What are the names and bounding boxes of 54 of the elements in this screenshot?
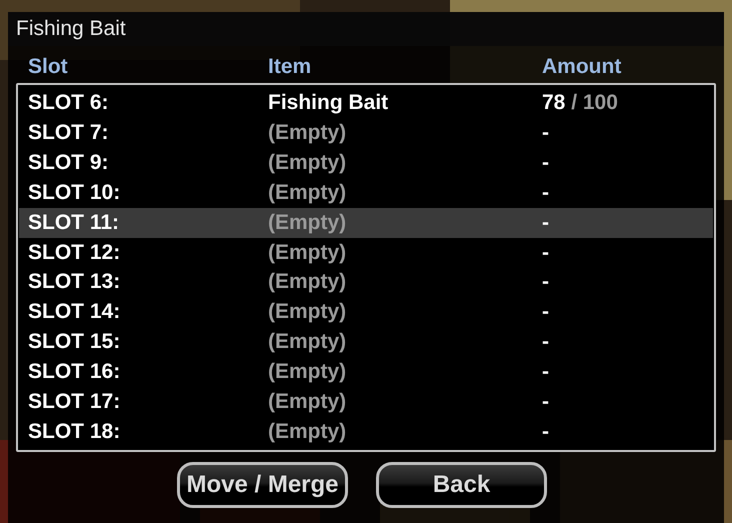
slot-label: SLOT 13: (28, 270, 122, 294)
slot-label: SLOT 14: (28, 300, 122, 324)
list-row[interactable]: SLOT 12: (Empty) - (19, 238, 713, 268)
slot-label: SLOT 6: (28, 90, 110, 115)
amount-text: - (542, 270, 550, 294)
list-row[interactable]: SLOT 6: Fishing Bait 78 / 100 (19, 88, 713, 118)
slot-label: SLOT 18: (28, 420, 122, 444)
column-header: Amount (542, 54, 622, 78)
amount-text: - (542, 210, 550, 235)
list-row[interactable]: SLOT 18: (Empty) - (19, 417, 713, 448)
list-row[interactable]: SLOT 16: (Empty) - (19, 357, 713, 388)
slot-label: SLOT 12: (28, 240, 122, 265)
item-name: (Empty) (268, 300, 348, 324)
amount-text: - (542, 240, 550, 265)
list-row[interactable]: SLOT 14: (Empty) - (19, 297, 713, 328)
item-name: (Empty) (268, 360, 348, 384)
item-name: (Empty) (268, 180, 348, 205)
amount-text: 78 / 100 (542, 90, 619, 115)
item-name: (Empty) (268, 120, 348, 145)
column-header: Slot (28, 54, 69, 78)
dialog-button[interactable]: Back (376, 462, 547, 508)
slot-label: SLOT 15: (28, 330, 122, 354)
list-row[interactable]: SLOT 17: (Empty) - (19, 387, 713, 418)
item-name: (Empty) (268, 210, 348, 235)
item-name: Fishing Bait (268, 90, 390, 115)
slot-label: SLOT 11: (28, 210, 120, 235)
item-name: (Empty) (268, 420, 348, 444)
item-name: (Empty) (268, 270, 348, 294)
item-name: (Empty) (268, 240, 348, 265)
list-row[interactable]: SLOT 15: (Empty) - (19, 327, 713, 358)
slot-label: SLOT 10: (28, 180, 122, 205)
amount-text: - (542, 390, 550, 414)
slot-label: SLOT 16: (28, 360, 122, 384)
item-name: (Empty) (268, 150, 348, 175)
item-name: (Empty) (268, 330, 348, 354)
amount-text: - (542, 420, 550, 444)
list-row[interactable]: SLOT 10: (Empty) - (19, 178, 713, 208)
amount-text: - (542, 120, 550, 145)
amount-text: - (542, 300, 550, 324)
list-row[interactable]: SLOT 9: (Empty) - (19, 148, 713, 178)
item-name: (Empty) (268, 390, 348, 414)
slot-label: SLOT 17: (28, 390, 122, 414)
amount-text: - (542, 360, 550, 384)
slot-label: SLOT 7: (28, 120, 110, 145)
dialog-button[interactable]: Move / Merge (177, 462, 348, 508)
list-row[interactable]: SLOT 7: (Empty) - (19, 118, 713, 148)
amount-text: - (542, 180, 550, 205)
slot-label: SLOT 9: (28, 150, 110, 175)
list-row[interactable]: SLOT 11: (Empty) - (19, 208, 713, 238)
dialog-title: Fishing Bait (8, 12, 724, 46)
amount-text: - (542, 330, 550, 354)
column-header: Item (268, 54, 312, 78)
amount-text: - (542, 150, 550, 175)
list-row[interactable]: SLOT 13: (Empty) - (19, 268, 713, 298)
